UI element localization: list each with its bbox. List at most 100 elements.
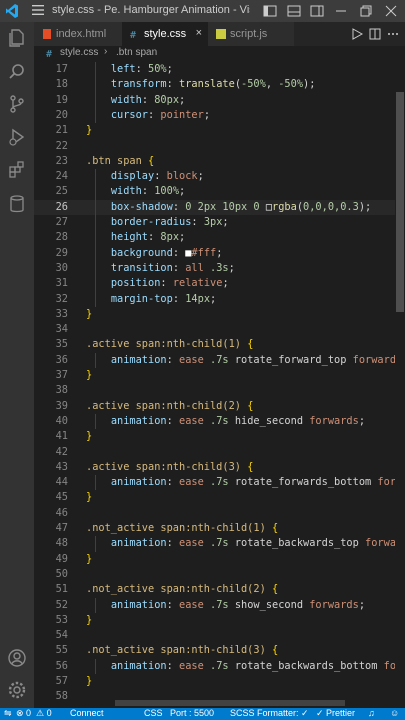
code-line[interactable]: 50 [34, 567, 405, 582]
code-token: .7s [210, 353, 235, 366]
code-line[interactable]: 36 animation: ease .7s rotate_forward_to… [34, 353, 405, 368]
code-line[interactable]: 48 animation: ease .7s rotate_backwards_… [34, 536, 405, 551]
code-line[interactable]: 37} [34, 368, 405, 383]
code-token: ; [216, 246, 223, 259]
code-token: ; [222, 216, 229, 228]
code-text: transform: translate(-50%, -50%); [86, 77, 316, 92]
code-line[interactable]: 21} [34, 123, 405, 138]
code-line[interactable]: 26 box-shadow: 0 2px 10px 0 □rgba(0,0,0,… [34, 199, 405, 215]
code-line[interactable]: 35 .active span:nth-child(1) { [34, 337, 405, 352]
line-number: 48 [55, 537, 68, 550]
explorer-icon[interactable] [7, 28, 27, 48]
feedback-icon[interactable]: ☺ [390, 708, 399, 718]
code-line[interactable]: 30 transition: all .3s; [34, 261, 405, 276]
code-line[interactable]: 32 margin-top: 14px; [34, 292, 405, 307]
tab-index-html[interactable]: index.html [34, 22, 122, 46]
code-token: rgba [272, 200, 297, 213]
code-text: transition: all .3s; [86, 261, 235, 276]
code-text: box-shadow: 0 2px 10px 0 □rgba(0,0,0,0.3… [86, 200, 371, 215]
run-debug-icon[interactable] [7, 127, 27, 147]
vertical-scrollbar[interactable] [395, 62, 405, 708]
horizontal-scrollbar[interactable] [115, 700, 345, 706]
source-control-icon[interactable] [7, 94, 27, 114]
code-token: { [247, 460, 254, 473]
code-line[interactable]: 51 .not_active span:nth-child(2) { [34, 582, 405, 597]
extensions-icon[interactable] [7, 160, 27, 180]
code-line[interactable]: 23 .btn span { [34, 154, 405, 169]
error-count[interactable]: ⊗ 0 [16, 708, 31, 719]
language-mode[interactable]: CSS [144, 708, 163, 718]
code-line[interactable]: 43 .active span:nth-child(3) { [34, 460, 405, 475]
code-line[interactable]: 28 height: 8px; [34, 230, 405, 245]
code-line[interactable]: 45} [34, 490, 405, 505]
account-icon[interactable] [7, 648, 27, 668]
breadcrumb-selector[interactable]: .btn span [116, 47, 157, 58]
code-line[interactable]: 29 background: ■#fff; [34, 246, 405, 261]
code-line[interactable]: 27 border-radius: 3px; [34, 215, 405, 230]
layout-split-icon[interactable] [309, 3, 325, 19]
code-token: .3s [210, 261, 229, 274]
code-token: translate [179, 78, 235, 91]
editor-tabs: index.html # style.css × script.js [34, 22, 405, 46]
code-line[interactable]: 34 [34, 322, 405, 337]
minimize-icon[interactable] [333, 3, 349, 19]
code-line[interactable]: 19 width: 80px; [34, 93, 405, 108]
notifications-bell-icon[interactable]: ♫ [368, 708, 375, 718]
code-line[interactable]: 18 transform: translate(-50%, -50%); [34, 77, 405, 92]
live-server-port[interactable]: Port : 5500 [170, 708, 214, 718]
code-line[interactable]: 55 .not_active span:nth-child(3) { [34, 643, 405, 658]
code-line[interactable]: 20 cursor: pointer; [34, 108, 405, 123]
code-line[interactable]: 38 [34, 383, 405, 398]
code-line[interactable]: 25 width: 100%; [34, 184, 405, 199]
code-token: ; [203, 108, 211, 121]
code-line[interactable]: 56 animation: ease .7s rotate_backwards_… [34, 659, 405, 674]
run-icon[interactable] [351, 28, 363, 40]
settings-gear-icon[interactable] [7, 680, 27, 700]
code-line[interactable]: 33} [34, 307, 405, 322]
code-line[interactable]: 57} [34, 674, 405, 689]
code-line[interactable]: 17 left: 50%; [34, 62, 405, 77]
code-line[interactable]: 40 animation: ease .7s hide_second forwa… [34, 414, 405, 429]
scrollbar-thumb[interactable] [396, 92, 404, 312]
code-editor[interactable]: 17 left: 50%; 18 transform: translate(-50… [34, 62, 405, 708]
layout-toggle-icon[interactable] [262, 3, 278, 19]
code-line[interactable]: 47 .not_active span:nth-child(1) { [34, 521, 405, 536]
code-line[interactable]: 53} [34, 613, 405, 628]
code-text: } [86, 674, 92, 689]
search-icon[interactable] [7, 62, 27, 82]
layout-panel-icon[interactable] [286, 3, 302, 19]
code-line[interactable]: 39 .active span:nth-child(2) { [34, 399, 405, 414]
code-line[interactable]: 52 animation: ease .7s show_second forwa… [34, 598, 405, 613]
more-actions-icon[interactable] [387, 28, 399, 40]
close-window-icon[interactable] [383, 3, 399, 19]
code-token: position [110, 277, 161, 290]
hamburger-menu-icon[interactable] [31, 4, 45, 16]
scss-formatter-status[interactable]: SCSS Formatter: ✓ [230, 708, 309, 719]
code-line[interactable]: 42 [34, 445, 405, 460]
code-token: .not_active span:nth-child(1) [86, 522, 272, 534]
restore-icon[interactable] [358, 3, 374, 19]
code-line[interactable]: 22 [34, 139, 405, 154]
code-line[interactable]: 54 [34, 628, 405, 643]
close-tab-icon[interactable]: × [196, 27, 202, 39]
code-token: .btn span [86, 154, 148, 167]
breadcrumb-file[interactable]: style.css [60, 47, 98, 58]
code-token: ; [179, 231, 186, 244]
database-icon[interactable] [7, 194, 27, 214]
code-text: left: 50%; [86, 62, 173, 77]
code-line[interactable]: 41} [34, 429, 405, 444]
code-line[interactable]: 46 [34, 506, 405, 521]
remote-indicator-icon[interactable]: ⇋ [4, 708, 12, 719]
line-number: 51 [55, 583, 68, 596]
tab-style-css[interactable]: # style.css × [122, 22, 208, 46]
code-line[interactable]: 31 position: relative; [34, 276, 405, 291]
tab-script-js[interactable]: script.js [208, 22, 294, 46]
code-line[interactable]: 49} [34, 552, 405, 567]
code-line[interactable]: 24 display: block; [34, 169, 405, 184]
prettier-status[interactable]: ✓ Prettier [316, 708, 355, 719]
warning-count[interactable]: ⚠ 0 [36, 708, 52, 719]
connect-button[interactable]: Connect [70, 708, 104, 718]
split-editor-icon[interactable] [369, 28, 381, 40]
line-number: 22 [55, 139, 68, 152]
code-line[interactable]: 44 animation: ease .7s rotate_forwards_b… [34, 475, 405, 490]
